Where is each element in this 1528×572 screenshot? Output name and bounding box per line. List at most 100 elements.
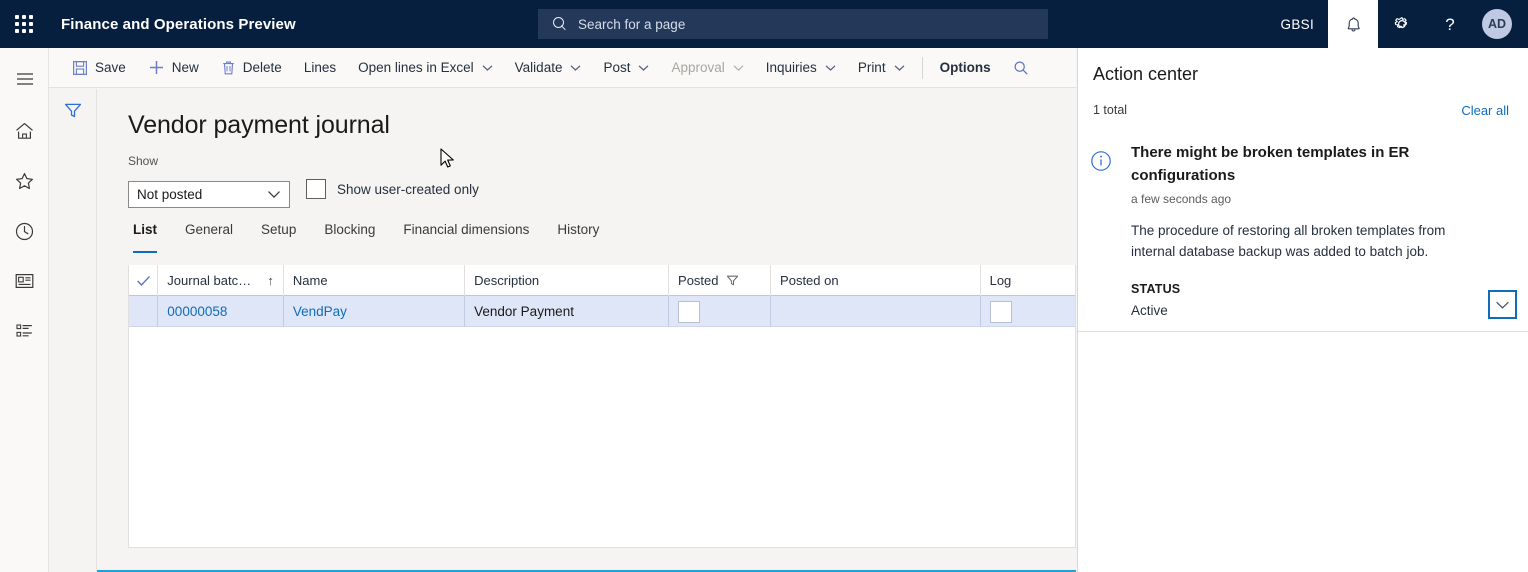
grid-header-log[interactable]: Log: [981, 265, 1075, 296]
print-menu[interactable]: Print: [847, 48, 916, 88]
cell-journal-batch-number[interactable]: 00000058: [158, 296, 284, 327]
svg-text:?: ?: [1445, 15, 1454, 34]
table-row[interactable]: 00000058 VendPay Vendor Payment: [129, 296, 1075, 327]
notification-timestamp: a few seconds ago: [1131, 192, 1232, 206]
grid-header-journal-batch-number[interactable]: Journal batc… ↑: [158, 265, 284, 296]
sidebar-item-favorites[interactable]: [0, 160, 49, 202]
chevron-down-icon: [267, 187, 281, 202]
gear-icon: [1394, 17, 1408, 29]
grid-header-name[interactable]: Name: [284, 265, 466, 296]
delete-button[interactable]: Delete: [210, 48, 293, 88]
cell-posted[interactable]: [669, 296, 772, 327]
chevron-down-icon: [894, 64, 905, 72]
command-search-button[interactable]: [1002, 48, 1040, 88]
open-lines-in-excel-menu[interactable]: Open lines in Excel: [347, 48, 504, 88]
application-window: Finance and Operations Preview Search fo…: [0, 0, 1528, 572]
command-bar: Save New Delete Lines Open lines in Exce…: [49, 48, 1076, 88]
settings-button[interactable]: [1378, 0, 1426, 48]
clear-all-button[interactable]: Clear all: [1461, 103, 1509, 118]
log-checkbox[interactable]: [989, 300, 1012, 323]
search-placeholder: Search for a page: [578, 16, 686, 32]
options-button[interactable]: Options: [929, 48, 1002, 88]
tab-setup[interactable]: Setup: [247, 222, 310, 250]
grid-header-select-all[interactable]: [129, 265, 159, 296]
inquiries-label: Inquiries: [765, 60, 817, 75]
show-user-created-only-label: Show user-created only: [337, 181, 479, 197]
user-avatar[interactable]: AD: [1474, 0, 1528, 48]
help-button[interactable]: ?: [1426, 0, 1474, 48]
page-title: Vendor payment journal: [128, 111, 390, 139]
show-filter-value: Not posted: [137, 187, 203, 202]
star-icon: [16, 173, 33, 190]
avatar-initials: AD: [1482, 9, 1512, 39]
tab-list[interactable]: List: [119, 222, 171, 253]
grid-header-posted[interactable]: Posted: [669, 265, 772, 296]
grid-header-label: Posted on: [780, 273, 839, 288]
grid-header-label: Log: [989, 273, 1012, 288]
cell-log[interactable]: [981, 296, 1075, 327]
app-title: Finance and Operations Preview: [61, 15, 296, 33]
grid-header-description[interactable]: Description: [465, 265, 670, 296]
tab-strip: List General Setup Blocking Financial di…: [119, 222, 613, 253]
posted-checkbox[interactable]: [678, 300, 701, 323]
tab-general[interactable]: General: [171, 222, 247, 250]
grid-header-label: Description: [474, 273, 540, 288]
global-search-box[interactable]: Search for a page: [538, 9, 1048, 39]
cell-name[interactable]: VendPay: [284, 296, 466, 327]
chevron-down-icon: [733, 64, 744, 72]
save-icon: [72, 60, 88, 76]
grid-header-label: Journal batc…: [167, 273, 252, 288]
print-label: Print: [857, 60, 886, 75]
approval-label: Approval: [671, 60, 725, 75]
workspace-icon: [15, 273, 34, 289]
sidebar-item-modules[interactable]: [0, 310, 49, 352]
sidebar-item-recent[interactable]: [0, 210, 49, 252]
open-lines-in-excel-label: Open lines in Excel: [358, 60, 474, 75]
notifications-button[interactable]: [1328, 0, 1378, 48]
trash-icon: [221, 60, 236, 76]
search-icon: [552, 16, 568, 32]
show-user-created-only-checkbox[interactable]: Show user-created only: [306, 179, 479, 199]
grid-empty-area: [129, 327, 1075, 547]
approval-menu: Approval: [660, 48, 754, 88]
chevron-down-icon: [638, 64, 649, 72]
name-link[interactable]: VendPay: [293, 304, 347, 319]
app-launcher-icon[interactable]: [0, 0, 48, 48]
notification-heading: There might be broken templates in ER co…: [1131, 144, 1410, 184]
inquiries-menu[interactable]: Inquiries: [755, 48, 847, 88]
tab-history[interactable]: History: [543, 222, 613, 250]
tab-setup-label: Setup: [261, 222, 297, 237]
cell-description[interactable]: Vendor Payment: [465, 296, 670, 327]
show-filter-select[interactable]: Not posted: [128, 181, 290, 208]
hamburger-icon: [16, 73, 33, 85]
lines-button[interactable]: Lines: [293, 48, 347, 88]
validate-menu[interactable]: Validate: [504, 48, 593, 88]
cell-posted-on[interactable]: [771, 296, 981, 327]
sidebar-item-home[interactable]: [0, 110, 49, 152]
post-label: Post: [603, 60, 631, 75]
main-content-area: Vendor payment journal Show Not posted S…: [97, 89, 1076, 572]
left-navigation-rail: [0, 48, 49, 572]
home-icon: [16, 123, 33, 139]
action-center-panel: Action center 1 total Clear all There mi…: [1077, 48, 1528, 572]
notification-expand-button[interactable]: [1488, 290, 1517, 319]
sidebar-item-navigation-menu[interactable]: [0, 58, 49, 100]
new-label: New: [171, 60, 199, 75]
notification-status-value: Active: [1131, 303, 1168, 318]
chevron-down-icon: [570, 64, 581, 72]
save-button[interactable]: Save: [61, 48, 137, 88]
new-button[interactable]: New: [137, 48, 210, 88]
sidebar-item-workspaces[interactable]: [0, 260, 49, 302]
checkmark-icon: [136, 275, 150, 286]
tab-blocking[interactable]: Blocking: [310, 222, 389, 250]
post-menu[interactable]: Post: [592, 48, 660, 88]
grid-header-posted-on[interactable]: Posted on: [771, 265, 981, 296]
top-bar-right-group: GBSI ? AD: [1267, 0, 1528, 48]
filter-funnel-icon: [726, 274, 739, 287]
journal-batch-number-link[interactable]: 00000058: [167, 304, 227, 319]
company-selector[interactable]: GBSI: [1267, 0, 1328, 48]
filter-pane-toggle[interactable]: [49, 89, 97, 572]
row-select-cell[interactable]: [129, 296, 159, 327]
tab-financial-dimensions[interactable]: Financial dimensions: [389, 222, 543, 250]
search-icon: [1014, 60, 1028, 75]
